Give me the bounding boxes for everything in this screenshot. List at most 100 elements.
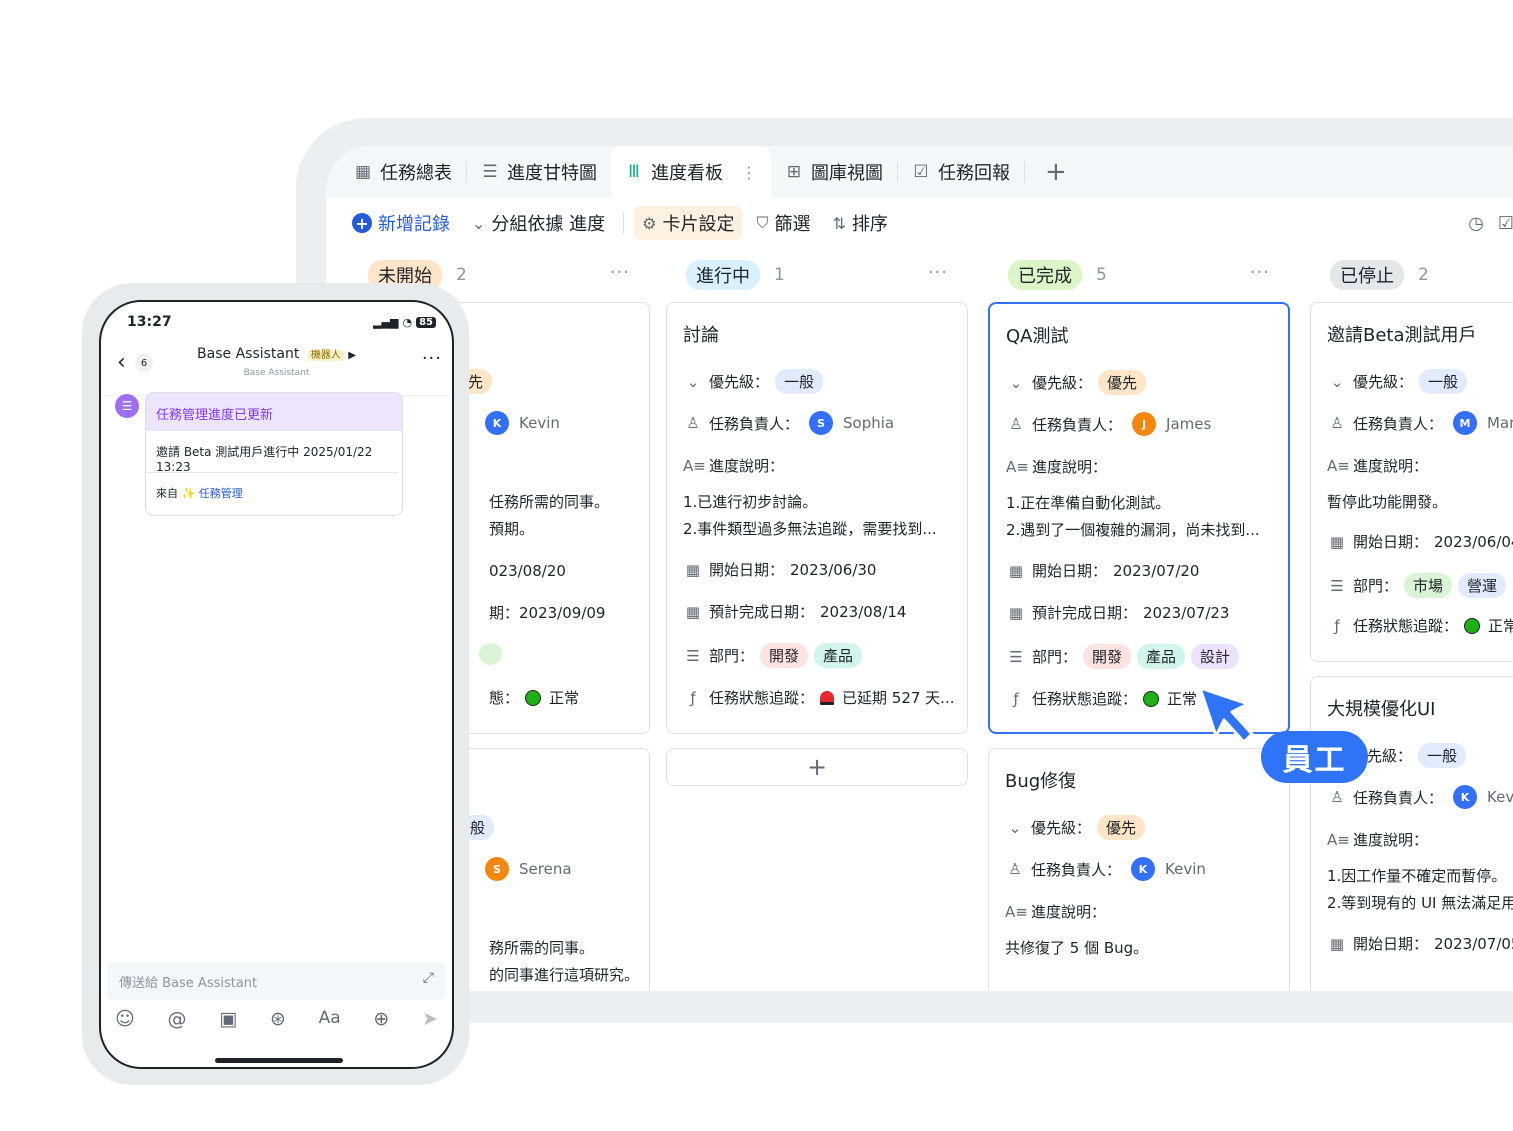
cursor-arrow-icon (1198, 686, 1254, 744)
tab-gallery[interactable]: ⊞ 圖庫視圖 (771, 146, 897, 198)
source-link[interactable]: 任務管理 (199, 487, 243, 500)
group-by-button[interactable]: ⌄ 分組依據 進度 (464, 206, 613, 240)
card-title: QA測試 (1006, 326, 1069, 347)
priority-chip: 一般 (1419, 369, 1468, 394)
column-more-icon[interactable]: ··· (610, 262, 630, 283)
chevron-circle-icon: ⌄ (472, 213, 486, 233)
task-card[interactable]: 討論 ⌄ 優先級： 一般 ♙ 任務負責人： S Sophia A≡ 進度說明： … (666, 302, 968, 734)
send-icon[interactable]: ➤ (422, 1008, 438, 1030)
gear-icon: ⚙ (642, 213, 657, 233)
owner-name: Mark (1487, 414, 1513, 432)
mention-icon[interactable]: @ (168, 1008, 187, 1030)
chat-subtitle: Base Assistant (243, 368, 310, 378)
column-count: 2 (1418, 265, 1429, 285)
field-label: 部門： (709, 647, 755, 665)
avatar: M (1453, 411, 1478, 435)
avatar: J (1132, 412, 1157, 436)
field-label: 任務負責人： (1353, 788, 1444, 807)
status-badge: 進行中 (686, 260, 760, 290)
tracking-value: 正常 (1488, 617, 1513, 635)
card-settings-button[interactable]: ⚙ 卡片設定 (634, 206, 743, 240)
progress-desc-line: 共修復了 5 個 Bug。 (1005, 939, 1149, 957)
base-app-screen: ▦ 任務總表 ☰ 進度甘特圖 Ⅲ 進度看板 ⋮ ⊞ 圖庫視圖 ☑ 任務回報 + … (326, 146, 1513, 991)
person-icon: ♙ (1008, 860, 1022, 878)
toolbar-divider (623, 212, 625, 234)
column-count: 5 (1096, 265, 1107, 285)
start-date: 2023/07/05 (1434, 934, 1513, 953)
progress-desc-line: 1.因工作量不確定而暫停。 (1327, 867, 1507, 885)
tab-gantt[interactable]: ☰ 進度甘特圖 (467, 146, 611, 198)
card-settings-label: 卡片設定 (662, 214, 735, 235)
task-card[interactable]: 邀請Beta測試用戶 ⌄ 優先級： 一般 ♙ 任務負責人： M Mark A≡ (1310, 302, 1513, 662)
add-view-button[interactable]: + (1025, 157, 1087, 187)
text-format-icon[interactable]: Aa (319, 1008, 341, 1030)
field-label: 部門： (1032, 648, 1078, 666)
tab-label: 圖庫視圖 (811, 163, 883, 184)
formula-icon: ƒ (690, 688, 696, 707)
list-icon: ☰ (1330, 576, 1344, 595)
person-icon: ♙ (1009, 415, 1023, 433)
avatar: K (1453, 785, 1478, 809)
field-label: 進度說明： (1031, 903, 1107, 921)
add-record-label: 新增記錄 (378, 214, 450, 235)
column-more-icon[interactable]: ··· (1250, 262, 1270, 283)
priority-chip: 一般 (775, 369, 824, 394)
message-card[interactable]: 任務管理進度已更新 邀請 Beta 測試用戶進行中 2025/01/22 13:… (145, 392, 403, 516)
chevron-circle-icon: ⌄ (686, 372, 700, 391)
field-label: 開始日期： (709, 561, 785, 579)
field-label: 開始日期： (1032, 562, 1108, 580)
task-card-selected[interactable]: QA測試 ⌄ 優先級： 優先 ♙ 任務負責人： J James A≡ 進度說明：… (988, 302, 1290, 734)
view-toolbar: + 新增記錄 ⌄ 分組依據 進度 ⚙ 卡片設定 ⛉ 篩選 ⇅ 排序 ◷ ☑ (326, 198, 1513, 248)
plus-circle-icon[interactable]: ⊕ (373, 1008, 389, 1030)
sort-button[interactable]: ⇅ 排序 (825, 206, 896, 240)
filter-button[interactable]: ⛉ 篩選 (748, 206, 818, 240)
caret-right-icon[interactable]: ▶ (348, 350, 356, 361)
image-icon[interactable]: ▣ (219, 1008, 237, 1030)
progress-desc-line: 1.正在準備自動化測試。 (1006, 494, 1171, 512)
due-date: 2023/08/14 (820, 602, 907, 621)
kanban-column-stopped: 已停止 2 邀請Beta測試用戶 ⌄ 優先級： 一般 ♙ 任務負責人： M Ma… (1310, 248, 1513, 991)
chevron-circle-icon: ⌄ (1008, 818, 1022, 837)
start-date: 2023/07/20 (1113, 561, 1200, 580)
sort-icon: ⇅ (832, 213, 846, 233)
tracking-value: 正常 (549, 689, 580, 707)
status-icons: ▂▄▆ ◔ 85 (373, 314, 436, 330)
task-card[interactable]: 大規模優化UI 先級： 一般 ♙ 任務負責人： K Kevin A≡ 進度說明： (1310, 676, 1513, 991)
field-label: 預計完成日期： (709, 603, 815, 621)
tracking-value: 已延期 527 天... (842, 689, 955, 707)
department-chip: 設計 (1191, 644, 1240, 669)
plus-circle-icon: + (352, 213, 372, 233)
list-icon: ☰ (686, 646, 700, 665)
generate-button[interactable]: ☑ 產生 (1498, 210, 1513, 236)
field-label: 先級： (1367, 747, 1413, 765)
filter-label: 篩選 (774, 214, 811, 235)
tab-task-report[interactable]: ☑ 任務回報 (898, 146, 1024, 198)
tab-kanban[interactable]: Ⅲ 進度看板 ⋮ (611, 146, 771, 198)
translate-icon[interactable]: ⊛ (270, 1008, 286, 1030)
add-card-button[interactable]: + (666, 748, 968, 786)
field-label: 開始日期： (1353, 935, 1429, 953)
tab-more-icon[interactable]: ⋮ (741, 163, 757, 182)
chat-title-text: Base Assistant (197, 346, 300, 362)
tablet-frame: ▦ 任務總表 ☰ 進度甘特圖 Ⅲ 進度看板 ⋮ ⊞ 圖庫視圖 ☑ 任務回報 + … (296, 118, 1513, 1023)
field-label: 優先級： (709, 373, 770, 391)
status-dot-icon (1464, 617, 1481, 634)
history-icon[interactable]: ◷ (1468, 213, 1484, 234)
task-card[interactable]: Bug修復 ⌄ 優先級： 優先 ♙ 任務負責人： K Kevin A≡ 進度說明… (988, 748, 1290, 991)
department-chip: 開發 (760, 643, 809, 668)
message-input[interactable]: 傳送給 Base Assistant ⤢ (107, 962, 446, 1000)
employee-cursor-label: 員工 (1261, 731, 1368, 783)
avatar: K (1131, 857, 1156, 881)
more-icon[interactable]: ··· (422, 348, 442, 369)
emoji-icon[interactable]: ☺ (115, 1008, 135, 1030)
expand-icon[interactable]: ⤢ (423, 970, 434, 986)
tab-task-table[interactable]: ▦ 任務總表 (340, 146, 466, 198)
column-more-icon[interactable]: ··· (928, 262, 948, 283)
field-label: 優先級： (1032, 374, 1093, 392)
department-chip: 產品 (1137, 644, 1186, 669)
kanban-icon: Ⅲ (628, 162, 640, 182)
owner-name: Kevin (1487, 788, 1513, 806)
home-indicator (215, 1058, 343, 1063)
add-record-button[interactable]: + 新增記錄 (344, 206, 458, 240)
progress-desc-line: 1.已進行初步討論。 (683, 493, 818, 511)
